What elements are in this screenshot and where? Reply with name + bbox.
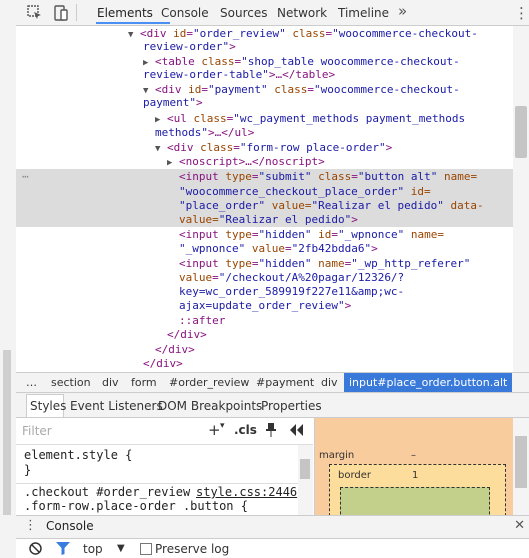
- box-model-margin-value[interactable]: –: [411, 450, 416, 461]
- dom-node-selected-cont1: "woocommerce_checkout_place_order" id=: [16, 184, 513, 198]
- close-icon[interactable]: ✕: [514, 518, 525, 533]
- dom-node-referer-cont1: value="/checkout/A%20pagar/12326/?: [179, 271, 405, 284]
- more-dots-icon[interactable]: ⋯: [22, 169, 29, 184]
- left-gutter: [0, 0, 16, 558]
- new-style-rule-icon[interactable]: +: [208, 421, 221, 439]
- console-drawer-header: ⋮ Console ✕: [16, 515, 529, 539]
- breadcrumb: … section div form #order_review #paymen…: [16, 372, 529, 393]
- pin-icon[interactable]: [265, 423, 277, 438]
- drawer-menu-icon[interactable]: ⋮: [24, 518, 37, 533]
- collapsed-triangle-icon[interactable]: ▶: [167, 158, 172, 168]
- preserve-log-checkbox[interactable]: [140, 543, 152, 555]
- dom-node-wpnonce[interactable]: <input type="hidden" id="_wpnonce" name=: [16, 227, 513, 242]
- dom-node-noscript[interactable]: ▶ <noscript>…</noscript>: [16, 154, 513, 169]
- dom-node-order-review-cont: review-order">: [143, 40, 236, 53]
- element-state-icon[interactable]: [290, 424, 306, 436]
- dom-node-referer-cont3: ajax=update_order_review">: [179, 299, 352, 312]
- class-toggle-button[interactable]: .cls: [234, 423, 257, 437]
- dom-node-close-order-review: </div>: [143, 357, 183, 370]
- box-model-border: border 1: [329, 464, 506, 515]
- active-tab-indicator: [96, 22, 170, 24]
- dom-node-referer[interactable]: <input type="hidden" name="_wp_http_refe…: [16, 256, 513, 271]
- breadcrumb-div[interactable]: div: [102, 376, 119, 389]
- rule-source-link[interactable]: style.css:2446: [196, 485, 297, 499]
- box-model-scrollbar[interactable]: [513, 418, 529, 515]
- rules-scrollbar[interactable]: [298, 445, 313, 515]
- dom-node-ul[interactable]: ▶ <ul class="wc_payment_methods payment_…: [16, 111, 513, 126]
- dom-node-selected-input[interactable]: ⋯ <input type="submit" class="button alt"…: [16, 169, 513, 184]
- tab-event-listeners[interactable]: Event Listeners: [70, 399, 163, 413]
- element-style-selector[interactable]: element.style {: [24, 448, 132, 462]
- box-model: margin – border 1: [314, 418, 514, 515]
- box-model-margin-label: margin: [319, 450, 355, 461]
- dom-node-payment-cont: payment">: [143, 96, 203, 109]
- dom-tree: ▼ <div id="order_review" class="woocomme…: [16, 26, 513, 372]
- breadcrumb-div-2[interactable]: div: [321, 376, 338, 389]
- drawer-tab-console[interactable]: Console: [46, 519, 94, 533]
- collapsed-triangle-icon[interactable]: ▶: [155, 115, 160, 125]
- tab-dom-breakpoints[interactable]: DOM Breakpoints: [158, 399, 262, 413]
- box-model-border-value[interactable]: 1: [412, 470, 418, 481]
- more-tabs-icon[interactable]: »: [398, 2, 407, 20]
- rule-separator: [16, 483, 298, 484]
- dom-scrollbar[interactable]: [513, 26, 529, 372]
- dom-node-table-cont: review-order-table">…</table>: [143, 68, 336, 81]
- rules-scrollbar-thumb[interactable]: [300, 459, 310, 479]
- tab-network[interactable]: Network: [277, 6, 327, 20]
- dom-scrollbar-thumb[interactable]: [515, 106, 527, 158]
- tab-styles[interactable]: Styles: [30, 399, 66, 413]
- dom-node-form-row[interactable]: ▼ <div class="form-row place-order">: [16, 140, 513, 155]
- filter-input[interactable]: Filter: [22, 424, 52, 438]
- device-mode-icon[interactable]: [52, 4, 70, 22]
- breadcrumb-form[interactable]: form: [131, 376, 157, 389]
- devtools-toolbar: Elements Console Sources Network Timelin…: [16, 0, 529, 26]
- rule-selector[interactable]: .checkout #order_review: [24, 485, 190, 499]
- preserve-log-label: Preserve log: [155, 542, 230, 556]
- new-rule-dropdown-icon[interactable]: ▾: [220, 421, 225, 431]
- tab-properties[interactable]: Properties: [261, 399, 322, 413]
- dom-node-after[interactable]: ::after: [16, 313, 513, 328]
- expand-triangle-icon[interactable]: ▼: [155, 144, 160, 154]
- left-gutter-scrollbar[interactable]: [3, 350, 11, 515]
- breadcrumb-section[interactable]: section: [51, 376, 91, 389]
- style-rules: element.style { } .checkout #order_revie…: [16, 445, 298, 515]
- tab-sources[interactable]: Sources: [220, 6, 267, 20]
- tab-timeline[interactable]: Timeline: [338, 6, 389, 20]
- breadcrumb-selected[interactable]: input#place_order.button.alt: [344, 373, 513, 392]
- rule-selector-line2[interactable]: .form-row.place-order .button {: [24, 499, 248, 513]
- box-model-border-label: border: [338, 470, 372, 481]
- dom-node-close-form-row: </div>: [167, 328, 207, 341]
- tab-console[interactable]: Console: [161, 6, 209, 20]
- element-style-close: }: [24, 463, 32, 477]
- breadcrumb-payment[interactable]: #payment: [256, 376, 314, 389]
- dom-node-referer-cont2: key=wc_order_589919f227e11&amp;wc-: [179, 285, 405, 298]
- styles-filter-bar: Filter + ▾ .cls: [16, 418, 313, 445]
- context-selector[interactable]: top: [83, 542, 103, 556]
- clear-console-icon[interactable]: [29, 542, 42, 555]
- dom-node-close-payment: </div>: [155, 343, 195, 356]
- dom-node-selected-cont2: "place_order" value="Realizar el pedido"…: [16, 198, 513, 212]
- dom-node-selected-cont3: value="Realizar el pedido">: [16, 212, 513, 227]
- dom-node-wpnonce-cont: "_wpnonce" value="2fb42bdda6">: [179, 242, 378, 255]
- box-model-padding: [340, 487, 490, 515]
- tab-elements[interactable]: Elements: [97, 6, 153, 20]
- breadcrumb-more[interactable]: …: [26, 376, 37, 389]
- menu-icon[interactable]: ⋮: [514, 4, 529, 22]
- dom-node-ul-cont: methods">…</ul>: [155, 126, 255, 139]
- filter-icon[interactable]: [56, 542, 70, 555]
- toolbar-separator: [76, 4, 77, 21]
- console-toolbar: top ▼ Preserve log: [16, 539, 529, 558]
- styles-panel-tabs: Styles Event Listeners DOM Breakpoints P…: [16, 393, 529, 418]
- breadcrumb-order-review[interactable]: #order_review: [169, 376, 249, 389]
- inspect-element-icon[interactable]: [26, 4, 44, 22]
- box-model-scrollbar-thumb[interactable]: [515, 436, 527, 488]
- context-dropdown-icon[interactable]: ▼: [117, 543, 125, 554]
